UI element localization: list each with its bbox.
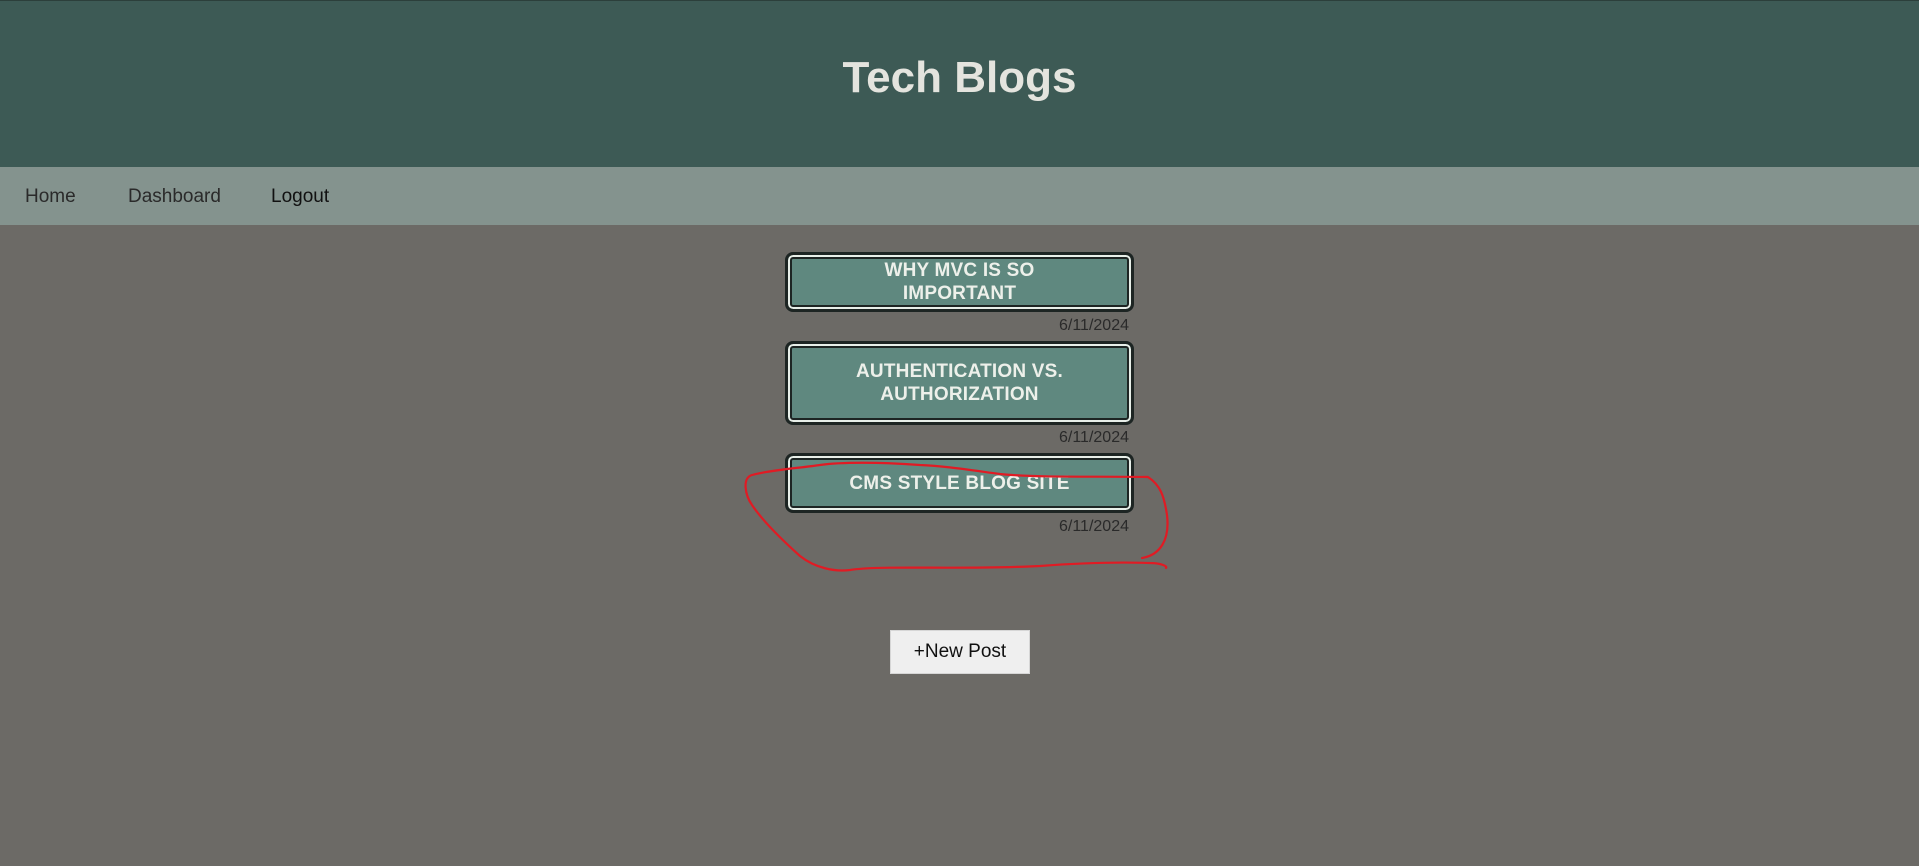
post-card-authentication[interactable]: AUTHENTICATION VS. AUTHORIZATION	[785, 341, 1134, 425]
site-header: Tech Blogs	[0, 0, 1919, 167]
post-card-why-mvc[interactable]: WHY MVC IS SO IMPORTANT	[785, 252, 1134, 312]
post-date: 6/11/2024	[1059, 518, 1129, 535]
nav-dashboard-link[interactable]: Dashboard	[128, 186, 221, 208]
nav-logout-link[interactable]: Logout	[271, 186, 329, 208]
post-date: 6/11/2024	[1059, 317, 1129, 334]
nav-home-link[interactable]: Home	[25, 186, 76, 208]
post-card-cms-blog[interactable]: CMS STYLE BLOG SITE	[785, 453, 1134, 513]
nav-bar: Home Dashboard Logout	[0, 167, 1919, 225]
new-post-button[interactable]: +New Post	[890, 630, 1030, 674]
post-date: 6/11/2024	[1059, 429, 1129, 446]
site-title: Tech Blogs	[842, 53, 1077, 102]
